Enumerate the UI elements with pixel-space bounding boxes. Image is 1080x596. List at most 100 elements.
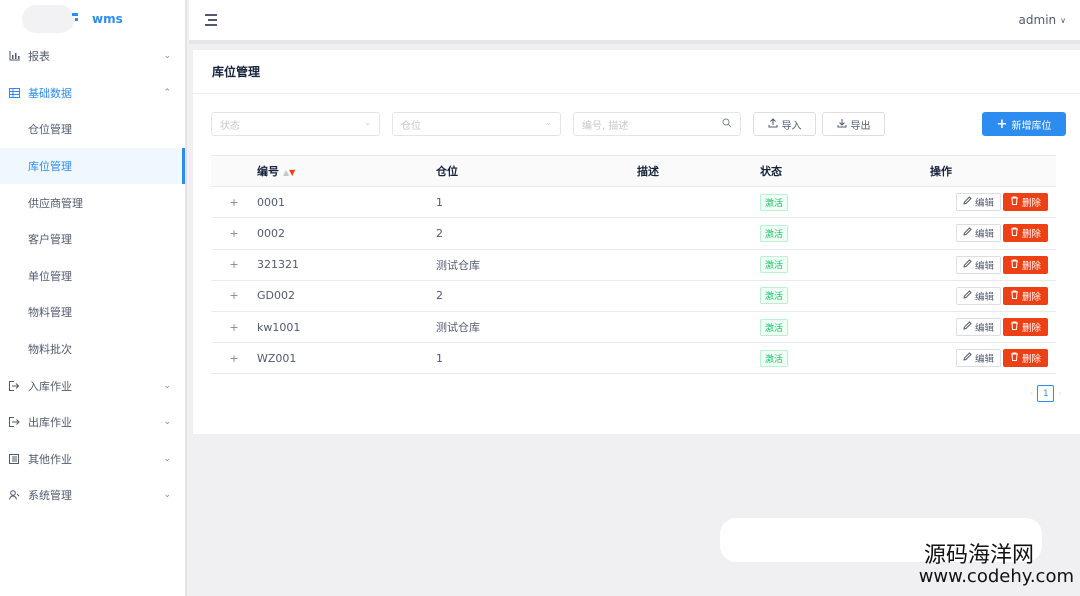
trash-icon <box>1010 290 1019 302</box>
menu-group-system[interactable]: 系统管理 ⌄ <box>0 477 185 514</box>
edit-button[interactable]: 编辑 <box>955 349 1001 368</box>
login-icon <box>8 380 20 392</box>
table-row: + WZ001 1 激活 编辑 删除 <box>211 343 1056 375</box>
table-row: + GD002 2 激活 编辑 删除 <box>211 281 1056 312</box>
page-number-current[interactable]: 1 <box>1037 385 1055 402</box>
cell-status: 激活 <box>760 287 900 305</box>
user-menu[interactable]: admin ∨ <box>1019 13 1066 27</box>
page-title: 库位管理 <box>193 50 1080 94</box>
top-header: admin ∨ <box>189 0 1080 44</box>
menu-group-label: 系统管理 <box>28 489 72 503</box>
bar-chart-icon <box>8 50 20 62</box>
cell-warehouse: 1 <box>436 195 443 209</box>
menu-toggle-icon[interactable] <box>205 14 219 26</box>
search-input-placeholder: 编号, 描述 <box>582 120 629 132</box>
delete-button[interactable]: 删除 <box>1002 286 1048 305</box>
cell-code: 0001 <box>257 195 285 209</box>
edit-label: 编辑 <box>974 354 994 366</box>
delete-button[interactable]: 删除 <box>1002 255 1048 274</box>
status-select[interactable]: 状态 ⌄ <box>211 112 380 136</box>
column-header-description: 描述 <box>637 165 659 179</box>
cell-warehouse: 测试仓库 <box>436 258 480 272</box>
delete-button[interactable]: 删除 <box>1002 193 1048 212</box>
add-location-button[interactable]: + 新增库位 <box>982 112 1066 136</box>
delete-label: 删除 <box>1021 229 1041 241</box>
column-header-code[interactable]: 编号 ▲▼ <box>257 163 436 179</box>
delete-label: 删除 <box>1021 291 1041 303</box>
expand-row-button[interactable]: + <box>211 227 257 240</box>
column-header-warehouse: 仓位 <box>436 165 458 179</box>
sidebar-item-material-batch[interactable]: 物料批次 <box>0 331 185 368</box>
prev-page-icon[interactable]: ‹ <box>1030 389 1034 399</box>
location-management-card: 库位管理 状态 ⌄ 仓位 ⌄ 编号, 描述 导入 导出 + 新增库位 编号 ▲▼ <box>193 50 1080 434</box>
edit-label: 编辑 <box>974 198 994 210</box>
edit-label: 编辑 <box>974 291 994 303</box>
sort-icon[interactable]: ▲▼ <box>283 168 295 177</box>
expand-row-button[interactable]: + <box>211 352 257 365</box>
warehouse-select[interactable]: 仓位 ⌄ <box>392 112 561 136</box>
chevron-down-icon: ∨ <box>1060 15 1066 25</box>
sidebar-item-location[interactable]: 库位管理 <box>0 147 185 185</box>
delete-button[interactable]: 删除 <box>1002 224 1048 243</box>
edit-button[interactable]: 编辑 <box>955 255 1001 274</box>
search-icon <box>722 118 732 128</box>
logo-text: wms <box>92 12 123 26</box>
cell-status: 激活 <box>760 224 900 242</box>
edit-button[interactable]: 编辑 <box>955 224 1001 243</box>
sidebar-item-material[interactable]: 物料管理 <box>0 294 185 331</box>
delete-button[interactable]: 删除 <box>1002 318 1048 337</box>
menu-group-other[interactable]: 其他作业 ⌄ <box>0 441 185 478</box>
cell-warehouse: 2 <box>436 226 443 240</box>
sidebar-item-unit[interactable]: 单位管理 <box>0 258 185 295</box>
import-button[interactable]: 导入 <box>753 112 816 136</box>
table-row: + kw1001 测试仓库 激活 编辑 删除 <box>211 312 1056 344</box>
edit-button[interactable]: 编辑 <box>955 193 1001 212</box>
cell-code: WZ001 <box>257 351 297 365</box>
expand-row-button[interactable]: + <box>211 196 257 209</box>
column-header-label: 编号 <box>257 165 279 179</box>
status-badge: 激活 <box>760 224 789 242</box>
next-page-icon[interactable]: › <box>1058 389 1062 399</box>
sidebar-item-warehouse[interactable]: 仓位管理 <box>0 111 185 148</box>
table-row: +321321 测试仓库 激活 编辑 删除 <box>211 250 1056 281</box>
edit-icon <box>963 258 972 271</box>
logo[interactable]: wms <box>0 0 185 38</box>
cell-code: 0002 <box>257 226 285 240</box>
cell-actions: 编辑 删除 <box>900 255 1056 274</box>
edit-icon <box>963 227 972 239</box>
expand-row-button[interactable]: + <box>211 289 257 302</box>
trash-icon <box>1010 196 1019 208</box>
add-location-label: 新增库位 <box>1011 120 1052 132</box>
trash-icon <box>1010 259 1019 271</box>
status-select-placeholder: 状态 <box>220 120 240 132</box>
expand-row-button[interactable]: + <box>211 321 257 334</box>
delete-label: 删除 <box>1021 260 1041 272</box>
delete-button[interactable]: 删除 <box>1002 349 1048 368</box>
edit-button[interactable]: 编辑 <box>955 318 1001 337</box>
cell-code: kw1001 <box>257 320 301 334</box>
expand-row-button[interactable]: + <box>211 258 257 271</box>
trash-icon <box>1010 227 1019 239</box>
menu-group-outbound[interactable]: 出库作业 ⌄ <box>0 404 185 441</box>
cell-status: 激活 <box>760 256 900 274</box>
cell-warehouse: 1 <box>436 351 443 365</box>
list-icon <box>8 453 20 465</box>
sidebar-item-customer[interactable]: 客户管理 <box>0 221 185 258</box>
menu-group-basic-data[interactable]: 基础数据 ⌃ <box>0 75 185 112</box>
export-label: 导出 <box>850 120 871 132</box>
cell-status: 激活 <box>760 193 900 211</box>
chevron-down-icon: ⌄ <box>545 118 552 127</box>
table-row: +0002 2 激活 编辑 删除 <box>211 218 1056 250</box>
edit-icon <box>963 352 972 364</box>
trash-icon <box>1010 352 1019 364</box>
search-input[interactable]: 编号, 描述 <box>573 112 741 136</box>
sidebar-item-supplier[interactable]: 供应商管理 <box>0 184 185 221</box>
edit-button[interactable]: 编辑 <box>955 286 1001 305</box>
menu-group-reports[interactable]: 报表 ⌄ <box>0 38 185 75</box>
table-header-row: 编号 ▲▼ 仓位 描述 状态 操作 <box>211 156 1056 188</box>
status-badge: 激活 <box>760 287 789 305</box>
status-badge: 激活 <box>760 193 789 211</box>
delete-label: 删除 <box>1021 354 1041 366</box>
export-button[interactable]: 导出 <box>822 112 885 136</box>
menu-group-inbound[interactable]: 入库作业 ⌄ <box>0 367 185 404</box>
